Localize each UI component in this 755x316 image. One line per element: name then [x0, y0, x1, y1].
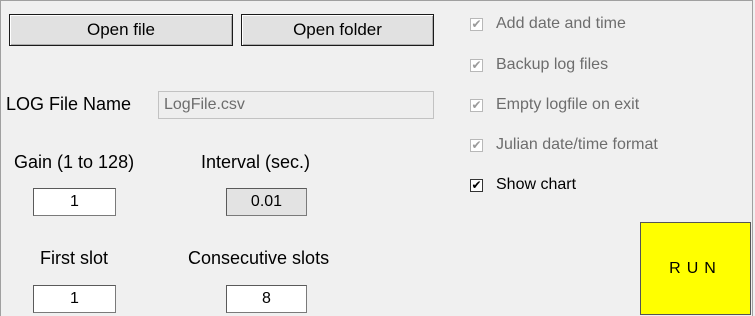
check-icon: ✔ — [470, 97, 483, 112]
add-date-time-checkbox[interactable]: ✔ Add date and time — [470, 15, 626, 33]
interval-label: Interval (sec.) — [201, 152, 311, 172]
backup-log-files-checkbox[interactable]: ✔ Backup log files — [470, 56, 608, 74]
empty-logfile-on-exit-checkbox[interactable]: ✔ Empty logfile on exit — [470, 96, 639, 114]
add-date-time-label: Add date and time — [496, 15, 626, 32]
show-chart-label: Show chart — [496, 176, 577, 193]
log-file-name-label: LOG File Name — [6, 94, 132, 114]
empty-logfile-on-exit-label: Empty logfile on exit — [496, 96, 640, 113]
check-icon: ✔ — [470, 16, 483, 31]
check-icon: ✔ — [470, 137, 483, 152]
open-file-button[interactable]: Open file — [9, 14, 233, 46]
consecutive-slots-input[interactable]: 8 — [226, 285, 307, 313]
gain-label: Gain (1 to 128) — [14, 152, 135, 172]
open-folder-button[interactable]: Open folder — [241, 14, 434, 46]
backup-log-files-label: Backup log files — [496, 56, 609, 73]
interval-input[interactable]: 0.01 — [226, 188, 307, 216]
log-file-name-input[interactable]: LogFile.csv — [158, 91, 434, 119]
first-slot-label: First slot — [40, 248, 109, 268]
consecutive-slots-label: Consecutive slots — [188, 248, 330, 268]
julian-date-time-label: Julian date/time format — [496, 136, 658, 153]
show-chart-checkbox[interactable]: ✔ Show chart — [470, 176, 576, 194]
check-icon: ✔ — [470, 177, 483, 192]
julian-date-time-checkbox[interactable]: ✔ Julian date/time format — [470, 136, 658, 154]
check-icon: ✔ — [470, 57, 483, 72]
first-slot-input[interactable]: 1 — [33, 285, 116, 313]
gain-input[interactable]: 1 — [33, 188, 116, 216]
run-button[interactable]: RUN — [640, 222, 751, 315]
